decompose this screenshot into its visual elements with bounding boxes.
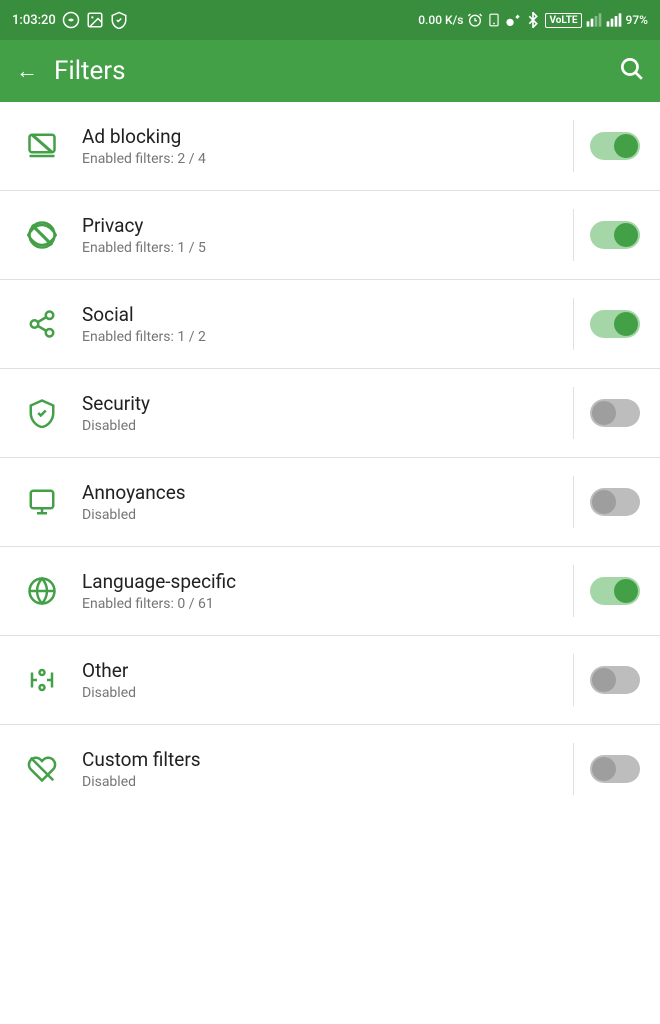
page-title: Filters [54,56,126,86]
toggle-area-other [573,654,640,706]
filter-item-ad-blocking[interactable]: Ad blocking Enabled filters: 2 / 4 [0,102,660,191]
toggle-annoyances[interactable] [590,488,640,516]
security-icon [20,391,64,435]
bluetooth-icon [525,12,541,28]
status-time: 1:03:20 [12,13,56,28]
toggle-area-social [573,298,640,350]
toggle-area-privacy [573,209,640,261]
privacy-icon [20,213,64,257]
status-right: 0.00 K/s VoLTE 97% [418,12,648,28]
search-button[interactable] [618,55,644,87]
filter-name-social: Social [82,303,565,326]
app-bar: ← Filters [0,40,660,102]
custom-icon [20,747,64,791]
toggle-thumb-other [592,668,616,692]
toggle-thumb-language-specific [614,579,638,603]
filter-subtitle-privacy: Enabled filters: 1 / 5 [82,240,565,256]
toggle-thumb-custom-filters [592,757,616,781]
toggle-area-security [573,387,640,439]
social-icon [20,302,64,346]
gallery-icon [86,11,104,29]
toggle-area-annoyances [573,476,640,528]
toggle-language-specific[interactable] [590,577,640,605]
filter-item-social[interactable]: Social Enabled filters: 1 / 2 [0,280,660,369]
filter-subtitle-ad-blocking: Enabled filters: 2 / 4 [82,151,565,167]
toggle-privacy[interactable] [590,221,640,249]
battery-percentage: 97% [626,13,648,27]
toggle-other[interactable] [590,666,640,694]
toggle-security[interactable] [590,399,640,427]
filter-subtitle-social: Enabled filters: 1 / 2 [82,329,565,345]
filter-item-security[interactable]: Security Disabled [0,369,660,458]
shield-check-icon [110,11,128,29]
filter-text-ad-blocking: Ad blocking Enabled filters: 2 / 4 [82,125,565,167]
filter-item-privacy[interactable]: Privacy Enabled filters: 1 / 5 [0,191,660,280]
other-icon [20,658,64,702]
search-icon [618,55,644,81]
filter-text-social: Social Enabled filters: 1 / 2 [82,303,565,345]
network-speed: 0.00 K/s [418,13,463,27]
volte-badge: VoLTE [545,13,581,28]
toggle-area-language-specific [573,565,640,617]
toggle-ad-blocking[interactable] [590,132,640,160]
filter-subtitle-annoyances: Disabled [82,507,565,523]
filter-name-security: Security [82,392,565,415]
toggle-social[interactable] [590,310,640,338]
phone-icon [487,12,501,28]
toggle-thumb-social [614,312,638,336]
annoyances-icon [20,480,64,524]
filter-subtitle-other: Disabled [82,685,565,701]
filter-text-language-specific: Language-specific Enabled filters: 0 / 61 [82,570,565,612]
filter-item-annoyances[interactable]: Annoyances Disabled [0,458,660,547]
filter-item-custom-filters[interactable]: Custom filters Disabled [0,725,660,813]
language-icon [20,569,64,613]
filter-text-custom-filters: Custom filters Disabled [82,748,565,790]
filter-list: Ad blocking Enabled filters: 2 / 4 Privacy… [0,102,660,813]
whatsapp-icon [62,11,80,29]
toggle-thumb-ad-blocking [614,134,638,158]
toggle-thumb-annoyances [592,490,616,514]
status-left: 1:03:20 [12,11,128,29]
ad-blocking-icon [20,124,64,168]
filter-name-privacy: Privacy [82,214,565,237]
toggle-custom-filters[interactable] [590,755,640,783]
filter-text-annoyances: Annoyances Disabled [82,481,565,523]
filter-name-annoyances: Annoyances [82,481,565,504]
app-bar-left: ← Filters [16,56,126,86]
toggle-area-ad-blocking [573,120,640,172]
4g-signal-icon [606,12,622,28]
filter-text-security: Security Disabled [82,392,565,434]
filter-subtitle-security: Disabled [82,418,565,434]
status-bar: 1:03:20 0.00 K/s VoLTE 97% [0,0,660,40]
toggle-thumb-privacy [614,223,638,247]
filter-name-custom-filters: Custom filters [82,748,565,771]
filter-name-other: Other [82,659,565,682]
signal-icon [586,12,602,28]
filter-text-privacy: Privacy Enabled filters: 1 / 5 [82,214,565,256]
filter-subtitle-language-specific: Enabled filters: 0 / 61 [82,596,565,612]
toggle-thumb-security [592,401,616,425]
filter-name-language-specific: Language-specific [82,570,565,593]
filter-text-other: Other Disabled [82,659,565,701]
filter-item-language-specific[interactable]: Language-specific Enabled filters: 0 / 61 [0,547,660,636]
filter-item-other[interactable]: Other Disabled [0,636,660,725]
alarm-icon [467,12,483,28]
back-button[interactable]: ← [16,58,38,84]
filter-subtitle-custom-filters: Disabled [82,774,565,790]
key-icon [505,12,521,28]
filter-name-ad-blocking: Ad blocking [82,125,565,148]
toggle-area-custom-filters [573,743,640,795]
